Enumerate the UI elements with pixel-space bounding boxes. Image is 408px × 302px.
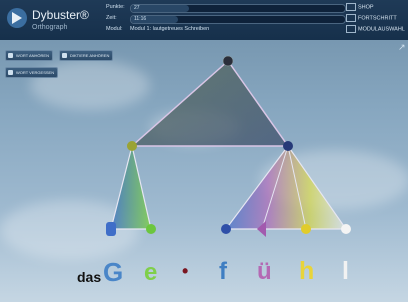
listen-word-button[interactable]: WORT ANHÖREN (5, 50, 53, 61)
letter-dot: • (182, 261, 189, 281)
root-triangle (130, 59, 290, 147)
speaker-icon (8, 53, 13, 58)
leaf-e (146, 224, 156, 234)
article-text: das (77, 269, 102, 285)
module-row: Modul: Modul 1: lautgetreues Schreiben (106, 26, 210, 32)
corner-arrow-icon[interactable]: ↗ (398, 42, 406, 53)
shop-icon (346, 3, 356, 11)
letter-g: G (103, 257, 124, 287)
letter-h: h (299, 257, 315, 285)
header-bar: Dybuster® Orthograph Punkte: 27 Zeit: 11… (0, 0, 408, 40)
forget-word-button[interactable]: WORT VERGESSEN (5, 67, 59, 78)
leaf-g-cylinder (106, 222, 116, 236)
points-bar: 27 (130, 4, 346, 13)
letter-ue: ü (257, 258, 272, 285)
left-triangle (110, 145, 152, 230)
module-select-button[interactable]: MODULAUSWAHL (346, 25, 406, 35)
time-row: Zeit: 11:16 (106, 14, 346, 24)
word-display: das G e • f ü h l (0, 255, 408, 295)
progress-button[interactable]: FORTSCHRITT (346, 14, 406, 24)
list-icon (346, 25, 356, 33)
module-name: Modul 1: lautgetreues Schreiben (130, 26, 210, 32)
node-right (283, 141, 293, 151)
listen-dictation-button[interactable]: DIKTIERE ANHÖREN (59, 50, 114, 61)
speaker-icon (62, 53, 67, 58)
leaf-h (301, 224, 311, 234)
node-left (127, 141, 137, 151)
app-subtitle: Orthograph (32, 24, 68, 31)
time-bar: 11:16 (130, 15, 346, 24)
logo-icon (7, 8, 27, 28)
letter-e: e (144, 259, 158, 286)
right-triangle (224, 144, 348, 230)
root-node (222, 55, 234, 67)
forget-icon (8, 70, 13, 75)
game-scene: Dybuster® Orthograph Punkte: 27 Zeit: 11… (0, 0, 408, 302)
points-row: Punkte: 27 (106, 3, 346, 13)
app-logo: Dybuster® Orthograph (4, 4, 100, 36)
leaf-f (221, 224, 231, 234)
letter-l: l (342, 257, 349, 285)
shop-button[interactable]: SHOP (346, 3, 406, 13)
progress-icon (346, 14, 356, 22)
app-name: Dybuster® (32, 8, 89, 22)
letter-f: f (219, 258, 227, 285)
leaf-l (341, 224, 351, 234)
